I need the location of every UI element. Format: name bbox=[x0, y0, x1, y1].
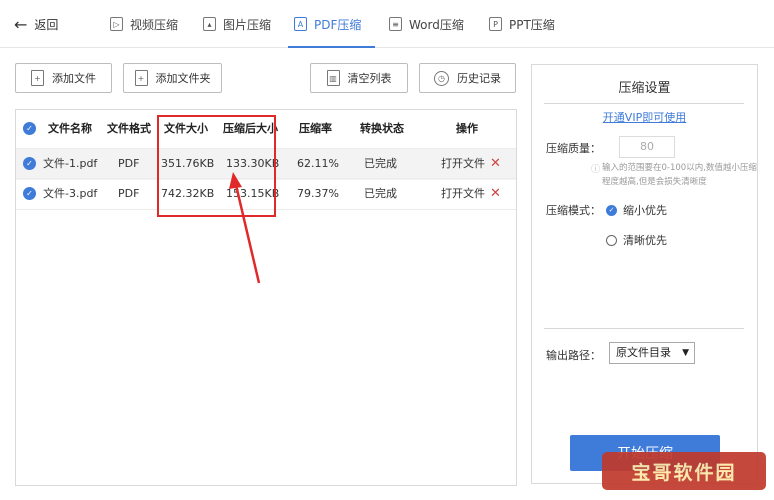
row-checkbox[interactable]: ✓ bbox=[23, 187, 36, 200]
tab-video[interactable]: ▷ 视频压缩 bbox=[110, 0, 178, 48]
back-button[interactable]: ← 返回 bbox=[14, 16, 58, 33]
header-format: 文件格式 bbox=[107, 122, 151, 135]
open-file-link[interactable]: 打开文件 bbox=[441, 149, 485, 179]
radio-label: 缩小优先 bbox=[623, 204, 667, 217]
arrow-left-icon: ← bbox=[14, 14, 28, 34]
select-all-checkbox[interactable]: ✓ bbox=[23, 122, 36, 135]
watermark: 宝哥软件园 bbox=[602, 452, 766, 490]
header-status: 转换状态 bbox=[360, 122, 404, 135]
remove-icon[interactable]: ✕ bbox=[490, 149, 501, 179]
row-compressed-size: 153.15KB bbox=[226, 187, 280, 200]
radio-shrink-priority[interactable]: ✓ 缩小优先 bbox=[606, 202, 667, 218]
tab-ppt[interactable]: P PPT压缩 bbox=[489, 0, 555, 48]
vip-link[interactable]: 开通VIP即可使用 bbox=[532, 109, 757, 125]
video-icon: ▷ bbox=[110, 17, 123, 31]
output-path-select[interactable]: 原文件目录 ▼ bbox=[609, 342, 695, 364]
add-file-button[interactable]: + 添加文件 bbox=[15, 63, 112, 93]
image-icon: ▴ bbox=[203, 17, 216, 31]
add-file-label: 添加文件 bbox=[52, 72, 96, 85]
info-icon: ⓘ bbox=[591, 165, 601, 175]
row-ratio: 79.37% bbox=[297, 187, 339, 200]
row-ratio: 62.11% bbox=[297, 157, 339, 170]
quality-input[interactable]: 80 bbox=[619, 136, 675, 158]
row-name: 文件-3.pdf bbox=[43, 187, 98, 200]
row-size: 742.32KB bbox=[161, 187, 215, 200]
header-compressed-size: 压缩后大小 bbox=[223, 122, 278, 135]
table-row[interactable]: ✓ 文件-1.pdf PDF 351.76KB 133.30KB 62.11% … bbox=[16, 148, 516, 180]
add-file-icon: + bbox=[31, 70, 44, 86]
row-status: 已完成 bbox=[364, 187, 397, 200]
tab-image-label: 图片压缩 bbox=[223, 17, 272, 32]
header-size: 文件大小 bbox=[164, 122, 208, 135]
add-folder-label: 添加文件夹 bbox=[155, 72, 211, 85]
row-format: PDF bbox=[118, 187, 140, 200]
clear-list-label: 清空列表 bbox=[347, 72, 392, 85]
tab-image[interactable]: ▴ 图片压缩 bbox=[203, 0, 271, 48]
header-ratio: 压缩率 bbox=[299, 122, 332, 135]
remove-icon[interactable]: ✕ bbox=[490, 179, 501, 209]
add-folder-button[interactable]: + 添加文件夹 bbox=[123, 63, 222, 93]
settings-title: 压缩设置 bbox=[618, 81, 671, 96]
history-button[interactable]: ◷ 历史记录 bbox=[419, 63, 516, 93]
divider bbox=[544, 328, 744, 329]
top-nav: ← 返回 ▷ 视频压缩 ▴ 图片压缩 A PDF压缩 ≡ Word压缩 P PP… bbox=[0, 0, 774, 48]
row-checkbox[interactable]: ✓ bbox=[23, 157, 36, 170]
tab-video-label: 视频压缩 bbox=[130, 17, 179, 32]
output-label: 输出路径： bbox=[546, 349, 601, 362]
clear-list-button[interactable]: ▥ 清空列表 bbox=[310, 63, 408, 93]
table-header: ✓ 文件名称 文件格式 文件大小 压缩后大小 压缩率 转换状态 操作 bbox=[16, 114, 516, 146]
tab-pdf[interactable]: A PDF压缩 bbox=[287, 0, 376, 48]
radio-unchecked-icon bbox=[606, 234, 617, 246]
header-name: 文件名称 bbox=[48, 122, 92, 135]
radio-checked-icon: ✓ bbox=[606, 204, 617, 216]
word-icon: ≡ bbox=[389, 17, 402, 31]
tab-word[interactable]: ≡ Word压缩 bbox=[389, 0, 464, 48]
quality-label: 压缩质量： bbox=[546, 142, 601, 155]
divider bbox=[544, 103, 744, 104]
ppt-icon: P bbox=[489, 17, 502, 31]
row-size: 351.76KB bbox=[161, 157, 215, 170]
mode-label: 压缩模式： bbox=[546, 204, 601, 217]
radio-clarity-priority[interactable]: 清晰优先 bbox=[606, 232, 667, 248]
row-format: PDF bbox=[118, 157, 140, 170]
file-table: ✓ 文件名称 文件格式 文件大小 压缩后大小 压缩率 转换状态 操作 ✓ 文件-… bbox=[15, 109, 517, 486]
table-row[interactable]: ✓ 文件-3.pdf PDF 742.32KB 153.15KB 79.37% … bbox=[16, 178, 516, 210]
settings-panel: 压缩设置 开通VIP即可使用 压缩质量： 80 ⓘ 输入的范围要在0-100以内… bbox=[531, 64, 758, 484]
trash-icon: ▥ bbox=[326, 70, 340, 86]
back-label: 返回 bbox=[34, 18, 59, 32]
pdf-icon: A bbox=[294, 17, 307, 31]
radio-label: 清晰优先 bbox=[623, 234, 667, 247]
open-file-link[interactable]: 打开文件 bbox=[441, 179, 485, 209]
output-path-value: 原文件目录 bbox=[616, 346, 671, 359]
header-action: 操作 bbox=[456, 122, 478, 135]
row-status: 已完成 bbox=[364, 157, 397, 170]
tab-pdf-label: PDF压缩 bbox=[314, 17, 362, 32]
row-name: 文件-1.pdf bbox=[43, 157, 98, 170]
history-label: 历史记录 bbox=[457, 72, 501, 85]
add-folder-icon: + bbox=[134, 70, 148, 86]
tab-ppt-label: PPT压缩 bbox=[509, 17, 555, 32]
quality-hint: 输入的范围要在0-100以内,数值越小压缩程度越高,但是会损失清晰度 bbox=[602, 163, 757, 187]
tab-word-label: Word压缩 bbox=[409, 17, 464, 32]
chevron-down-icon: ▼ bbox=[682, 348, 689, 358]
clock-icon: ◷ bbox=[434, 70, 449, 86]
row-compressed-size: 133.30KB bbox=[226, 157, 280, 170]
